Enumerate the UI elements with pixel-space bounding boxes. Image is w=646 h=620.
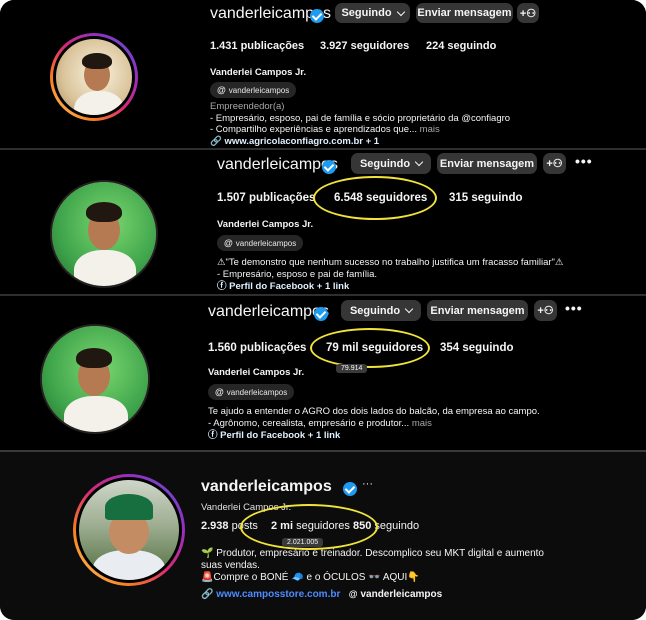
link-icon: 🔗 [210,136,222,147]
bio-line: ⚠"Te demonstro que nenhum sucesso no tra… [217,257,564,268]
add-person-icon[interactable]: +⚇ [543,153,566,174]
chevron-down-icon [404,304,414,314]
bio-line: suas vendas. [201,560,260,571]
posts-count: 1.560 publicações [208,342,307,354]
send-message-button[interactable]: Enviar mensagem [416,3,513,23]
posts-count: 1.507 publicações [217,192,316,204]
send-message-button[interactable]: Enviar mensagem [427,300,528,321]
profile-avatar[interactable] [50,33,138,121]
bio-link[interactable]: ⓕ Perfil do Facebook + 1 link [208,430,340,442]
profile-avatar[interactable] [73,474,185,586]
threads-icon: @ [217,85,226,95]
following-count[interactable]: 315 seguindo [449,192,523,204]
more-options-icon[interactable]: ··· [362,478,373,490]
more-link[interactable]: mais [412,418,432,429]
threads-badge[interactable]: @ vanderleicampos [208,384,295,400]
profile-avatar[interactable] [50,180,158,288]
profile-panel-2: vanderleicampos Seguindo Enviar mensagem… [0,150,646,294]
full-name: Vanderlei Campos Jr. [210,67,307,78]
threads-badge[interactable]: @ vanderleicampos [217,235,304,251]
category-label: Empreendedor(a) [210,101,285,112]
bio-line: 🌱 Produtor, empresário e treinador. Desc… [201,548,544,559]
profile-panel-1: vanderleicampos Seguindo Enviar mensagem… [0,0,646,148]
more-options-icon[interactable]: ••• [565,300,583,316]
threads-badge[interactable]: @ vanderleicampos [210,82,297,98]
following-button[interactable]: Seguindo [341,300,421,321]
username: vanderleicampos [201,478,332,495]
following-button[interactable]: Seguindo [351,153,431,174]
username: vanderleicampos [208,303,329,320]
followers-tooltip: 2.021.005 [282,538,324,547]
send-message-button[interactable]: Enviar mensagem [437,153,537,174]
link-icon: 🔗 [201,589,214,600]
chevron-down-icon [396,7,405,16]
threads-icon: @ [348,589,358,599]
bio-link[interactable]: ⓕ Perfil do Facebook + 1 link [217,281,349,293]
posts-count: 1.431 publicações [210,40,305,52]
bio-line: - Agrônomo, cerealista, empresário e pro… [208,418,432,429]
threads-icon: @ [224,238,233,248]
threads-icon: @ [215,387,224,397]
verified-badge-icon [310,8,324,23]
cap-icon [105,494,153,520]
bio-line: 🚨Compre o BONÉ 🧢 e o ÓCULOS 👓 AQUI👇 [201,572,420,583]
verified-badge-icon [322,159,336,174]
full-name: Vanderlei Campos Jr. [217,219,314,230]
more-link[interactable]: mais [420,124,440,135]
bio-line: - Empresário, esposo e pai de família. [217,269,377,280]
screenshot-frame: vanderleicampos Seguindo Enviar mensagem… [0,0,646,620]
verified-badge-icon [314,306,328,321]
following-count[interactable]: 224 seguindo [426,40,496,52]
profile-panel-4: vanderleicampos ··· Vanderlei Campos Jr.… [0,452,646,620]
followers-tooltip: 79.914 [336,364,368,373]
bio-line: Te ajudo a entender o AGRO dos dois lado… [208,406,540,417]
website-link[interactable]: 🔗 www.camposstore.com.br [201,589,340,600]
more-options-icon[interactable]: ••• [575,153,593,169]
profile-panel-3: vanderleicampos Seguindo Enviar mensagem… [0,296,646,450]
username: vanderleicampos [217,156,338,173]
chevron-down-icon [414,157,424,167]
followers-count[interactable]: 3.927 seguidores [320,40,409,52]
full-name: Vanderlei Campos Jr. [208,367,305,378]
threads-link[interactable]: @ vanderleicampos [349,589,443,600]
add-person-icon[interactable]: +⚇ [534,300,557,321]
highlight-ellipse [310,328,430,368]
bio-link[interactable]: 🔗 www.agricolaconfiagro.com.br + 1 [210,136,379,148]
bio-line: - Compartilho experiências e aprendizado… [210,124,440,135]
verified-badge-icon [343,481,357,496]
following-button[interactable]: Seguindo [335,3,410,23]
profile-avatar[interactable] [40,324,150,434]
facebook-icon: ⓕ [208,430,218,441]
facebook-icon: ⓕ [217,281,227,292]
highlight-ellipse [313,176,437,220]
following-count[interactable]: 354 seguindo [440,342,514,354]
add-person-icon[interactable]: +⚇ [517,3,539,23]
bio-links-row: 🔗 www.camposstore.com.br @ vanderleicampo… [201,588,442,601]
